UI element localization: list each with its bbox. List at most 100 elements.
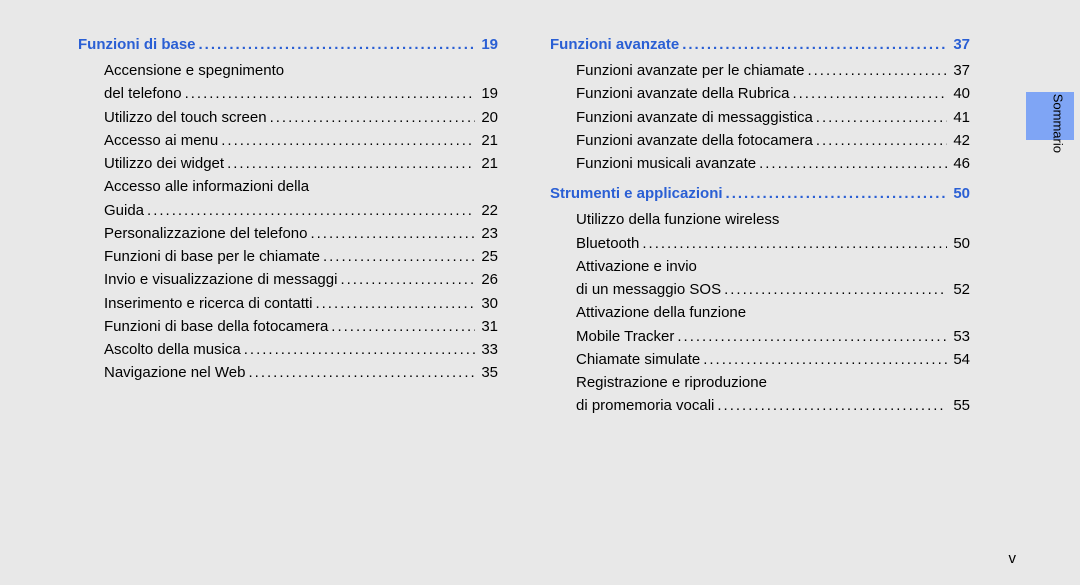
toc-entry[interactable]: Accensione e spegnimentodel telefono....…: [78, 59, 498, 106]
toc-entry-label: Funzioni di base della fotocamera: [104, 315, 328, 338]
toc-entry-label-line1: Attivazione e invio: [576, 255, 970, 278]
leader-dots: ........................................…: [221, 129, 475, 152]
leader-dots: ........................................…: [792, 82, 947, 105]
leader-dots: ........................................…: [703, 348, 947, 371]
leader-dots: ........................................…: [816, 106, 948, 129]
toc-entry-page: 37: [950, 59, 970, 82]
toc-entry-line2: di promemoria vocali....................…: [576, 394, 970, 417]
toc-entry-label: Funzioni avanzate di messaggistica: [576, 106, 813, 129]
toc-column-right: Funzioni avanzate.......................…: [550, 36, 970, 585]
toc-entry-label-line1: Accesso alle informazioni della: [104, 175, 498, 198]
leader-dots: ........................................…: [340, 268, 475, 291]
leader-dots: ........................................…: [310, 222, 475, 245]
toc-entry-page: 19: [478, 82, 498, 105]
toc-entry-page: 46: [950, 152, 970, 175]
toc-entry-label: Ascolto della musica: [104, 338, 241, 361]
leader-dots: ........................................…: [244, 338, 476, 361]
leader-dots: ........................................…: [270, 106, 476, 129]
toc-entry-label-line1: Accensione e spegnimento: [104, 59, 498, 82]
toc-entry[interactable]: Funzioni avanzate della Rubrica.........…: [550, 82, 970, 105]
toc-entry-page: 35: [478, 361, 498, 384]
toc-entry-page: 33: [478, 338, 498, 361]
toc-entry-page: 20: [478, 106, 498, 129]
leader-dots: ........................................…: [717, 394, 947, 417]
leader-dots: ........................................…: [147, 199, 475, 222]
toc-entry-label: Utilizzo del touch screen: [104, 106, 267, 129]
leader-dots: ........................................…: [724, 278, 947, 301]
leader-dots: ........................................…: [807, 59, 947, 82]
toc-entry[interactable]: Funzioni avanzate di messaggistica......…: [550, 106, 970, 129]
toc-entry-line2: Guida...................................…: [104, 199, 498, 222]
toc-entry[interactable]: Utilizzo della funzione wirelessBluetoot…: [550, 208, 970, 255]
toc-entry-label: Chiamate simulate: [576, 348, 700, 371]
toc-section-head[interactable]: Strumenti e applicazioni................…: [550, 185, 970, 202]
toc-section-title: Funzioni avanzate: [550, 36, 679, 53]
toc-entry[interactable]: Utilizzo dei widget.....................…: [78, 152, 498, 175]
toc-column-left: Funzioni di base........................…: [78, 36, 498, 585]
toc-entry[interactable]: Invio e visualizzazione di messaggi.....…: [78, 268, 498, 291]
toc-entry[interactable]: Ascolto della musica....................…: [78, 338, 498, 361]
toc-entry-page: 52: [950, 278, 970, 301]
toc-entry-page: 23: [478, 222, 498, 245]
leader-dots: ........................................…: [331, 315, 475, 338]
toc-entry[interactable]: Utilizzo del touch screen...............…: [78, 106, 498, 129]
leader-dots: ........................................…: [199, 36, 475, 53]
toc-entry-label: Navigazione nel Web: [104, 361, 245, 384]
toc-entry[interactable]: Navigazione nel Web.....................…: [78, 361, 498, 384]
toc-entry-line2: di un messaggio SOS.....................…: [576, 278, 970, 301]
toc-entry-page: 22: [478, 199, 498, 222]
section-tab-label: Sommario: [1050, 94, 1065, 153]
leader-dots: ........................................…: [227, 152, 475, 175]
toc-entry[interactable]: Registrazione e riproduzionedi promemori…: [550, 371, 970, 418]
toc-entry-label: Funzioni di base per le chiamate: [104, 245, 320, 268]
toc-entry[interactable]: Funzioni avanzate per le chiamate.......…: [550, 59, 970, 82]
toc-section-page: 19: [477, 36, 498, 53]
leader-dots: ........................................…: [677, 325, 947, 348]
toc-entry-label-line2: del telefono: [104, 82, 182, 105]
leader-dots: ........................................…: [759, 152, 947, 175]
toc-section-title: Funzioni di base: [78, 36, 196, 53]
toc-entry[interactable]: Accesso alle informazioni dellaGuida....…: [78, 175, 498, 222]
page-number: v: [1009, 550, 1017, 567]
toc-entry-page: 25: [478, 245, 498, 268]
toc-entry-label: Personalizzazione del telefono: [104, 222, 307, 245]
toc-entry-label-line1: Registrazione e riproduzione: [576, 371, 970, 394]
toc-entry-label: Funzioni avanzate della fotocamera: [576, 129, 813, 152]
toc-entry-page: 55: [950, 394, 970, 417]
toc-entry[interactable]: Accesso ai menu.........................…: [78, 129, 498, 152]
toc-entry-page: 40: [950, 82, 970, 105]
leader-dots: ........................................…: [642, 232, 947, 255]
toc-entry-line2: Mobile Tracker..........................…: [576, 325, 970, 348]
toc-entry-label-line2: Bluetooth: [576, 232, 639, 255]
leader-dots: ........................................…: [726, 185, 947, 202]
toc-section-page: 50: [949, 185, 970, 202]
toc-entry-page: 41: [950, 106, 970, 129]
toc-entry[interactable]: Attivazione e inviodi un messaggio SOS..…: [550, 255, 970, 302]
toc-entry[interactable]: Funzioni musicali avanzate..............…: [550, 152, 970, 175]
toc-entry[interactable]: Personalizzazione del telefono..........…: [78, 222, 498, 245]
toc-section-page: 37: [949, 36, 970, 53]
toc-entry-line2: Bluetooth...............................…: [576, 232, 970, 255]
leader-dots: ........................................…: [315, 292, 475, 315]
toc-entry-page: 53: [950, 325, 970, 348]
toc-entry-page: 21: [478, 152, 498, 175]
toc-entry[interactable]: Funzioni di base per le chiamate........…: [78, 245, 498, 268]
toc-entry-page: 31: [478, 315, 498, 338]
toc-entry[interactable]: Attivazione della funzioneMobile Tracker…: [550, 301, 970, 348]
toc-entry[interactable]: Funzioni avanzate della fotocamera......…: [550, 129, 970, 152]
toc-entry-label-line2: Mobile Tracker: [576, 325, 674, 348]
toc-entry-label-line2: di promemoria vocali: [576, 394, 714, 417]
toc-entry-label-line2: di un messaggio SOS: [576, 278, 721, 301]
toc-entry[interactable]: Funzioni di base della fotocamera.......…: [78, 315, 498, 338]
toc-entry-page: 21: [478, 129, 498, 152]
toc-section-head[interactable]: Funzioni di base........................…: [78, 36, 498, 53]
toc-entry[interactable]: Inserimento e ricerca di contatti.......…: [78, 292, 498, 315]
toc-entry[interactable]: Chiamate simulate.......................…: [550, 348, 970, 371]
toc-page: Funzioni di base........................…: [0, 0, 1010, 585]
toc-section-head[interactable]: Funzioni avanzate.......................…: [550, 36, 970, 53]
toc-entry-label: Funzioni avanzate della Rubrica: [576, 82, 789, 105]
toc-entry-page: 30: [478, 292, 498, 315]
toc-entry-label: Funzioni avanzate per le chiamate: [576, 59, 804, 82]
leader-dots: ........................................…: [248, 361, 475, 384]
toc-entry-page: 42: [950, 129, 970, 152]
